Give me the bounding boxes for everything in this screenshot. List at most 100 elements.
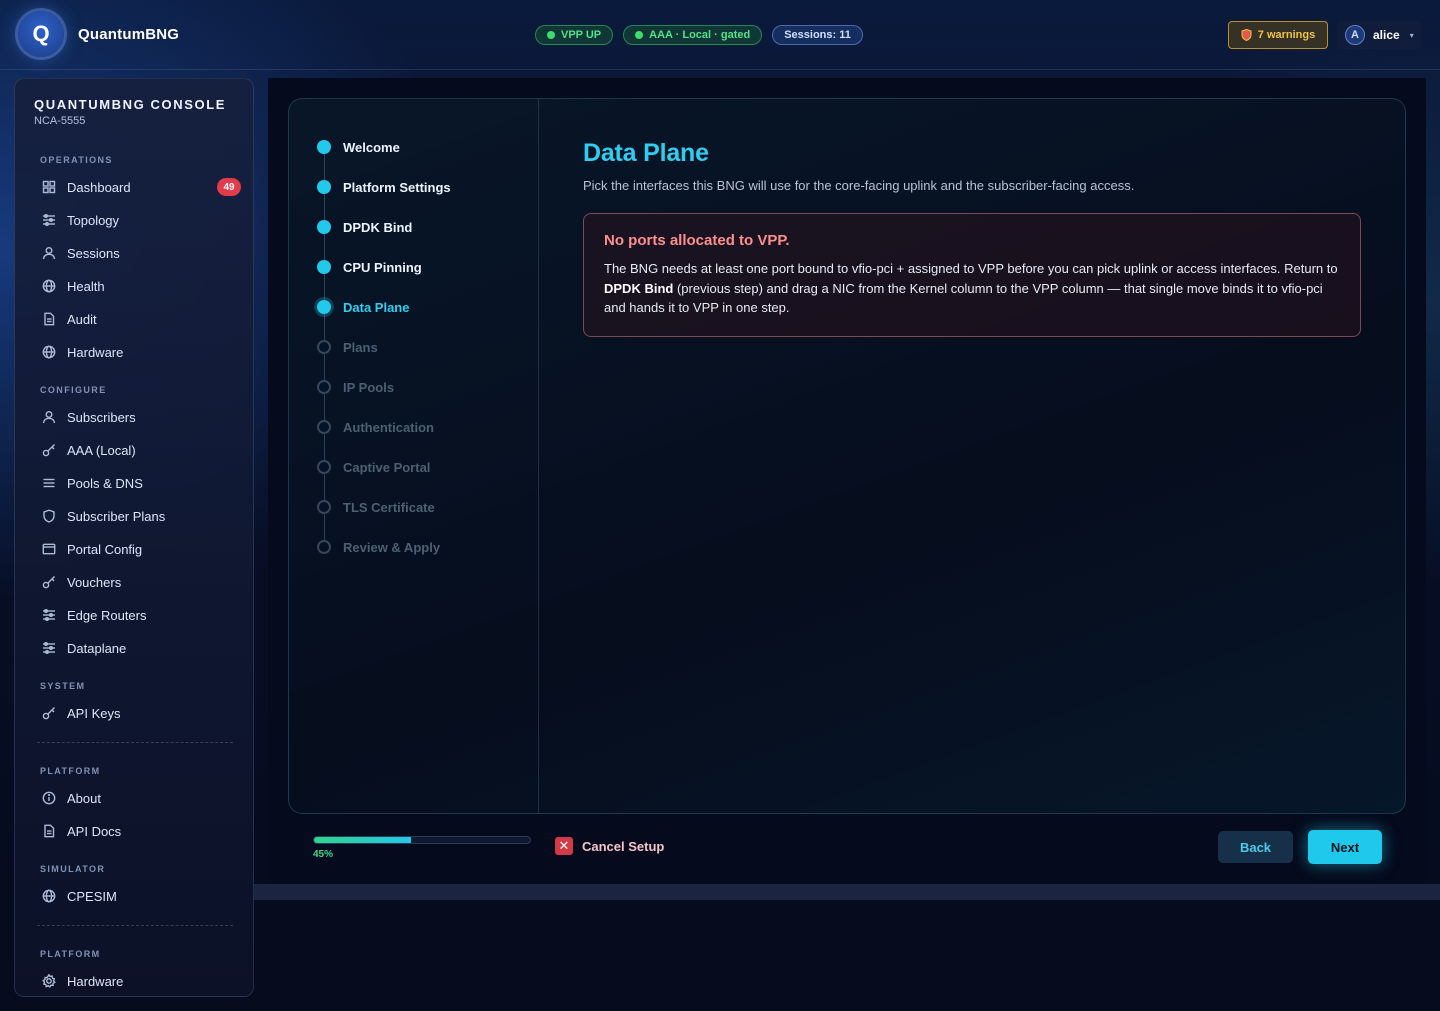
document-icon xyxy=(41,311,57,327)
sidebar-item-cpesim[interactable]: CPESIM xyxy=(35,882,235,910)
sidebar-item-label: Dataplane xyxy=(67,640,127,656)
sidebar-item-label: Audit xyxy=(67,311,97,327)
step-label: IP Pools xyxy=(343,379,395,395)
sidebar-item-dataplane[interactable]: Dataplane xyxy=(35,634,235,662)
user-icon xyxy=(41,409,57,425)
sidebar-item-hardware[interactable]: Hardware xyxy=(35,338,235,366)
wizard-card: Welcome Platform Settings DPDK Bind CPU Pin… xyxy=(288,98,1406,814)
step-indicator-icon xyxy=(317,540,331,554)
avatar: A xyxy=(1345,25,1365,45)
console-subtitle: NCA-5555 xyxy=(34,115,86,127)
sidebar-divider xyxy=(37,742,233,743)
step-label: Welcome xyxy=(343,139,400,155)
step-indicator-icon xyxy=(317,300,331,314)
sidebar-item-label: CPESIM xyxy=(67,888,117,904)
wizard-step-plans: Plans xyxy=(317,337,378,357)
key-icon xyxy=(41,442,57,458)
document-icon xyxy=(41,823,57,839)
sidebar-item-subscriber-plans[interactable]: Subscriber Plans xyxy=(35,502,235,530)
page-subtitle: Pick the interfaces this BNG will use fo… xyxy=(583,178,1135,193)
step-content: Data Plane Pick the interfaces this BNG … xyxy=(583,139,1363,337)
sidebar-item-label: API Docs xyxy=(67,823,122,839)
warnings-button[interactable]: 7 warnings xyxy=(1228,21,1328,49)
sidebar-item-label: Pools & DNS xyxy=(67,475,143,491)
sidebar-divider xyxy=(37,925,233,926)
sidebar-item-api-keys[interactable]: API Keys xyxy=(35,699,235,727)
sidebar-item-dashboard[interactable]: Dashboard 49 xyxy=(35,173,241,201)
globe-icon xyxy=(41,278,57,294)
step-label: Platform Settings xyxy=(343,179,451,195)
back-button[interactable]: Back xyxy=(1218,831,1293,863)
sidebar-item-label: AAA (Local) xyxy=(67,442,136,458)
sidebar-item-label: Hardware xyxy=(67,973,124,989)
info-icon xyxy=(41,790,57,806)
step-label: Authentication xyxy=(343,419,434,435)
step-indicator-icon xyxy=(317,220,331,234)
wizard-step-data-plane[interactable]: Data Plane xyxy=(317,297,409,317)
sidebar-item-label: Sessions xyxy=(67,245,120,261)
cancel-setup-button[interactable]: ✕ Cancel Setup xyxy=(555,837,664,855)
sidebar-item-about[interactable]: About xyxy=(35,784,235,812)
sessions-pill[interactable]: Sessions: 11 xyxy=(772,25,863,45)
sidebar-item-sessions[interactable]: Sessions xyxy=(35,239,235,267)
sidebar-section-label: PLATFORM xyxy=(40,949,101,959)
vpp-status-pill[interactable]: VPP UP xyxy=(535,25,614,45)
wizard-step-review-apply: Review & Apply xyxy=(317,537,440,557)
gear-icon xyxy=(41,973,57,989)
list-icon xyxy=(41,475,57,491)
alert-step-link: DPDK Bind xyxy=(604,280,674,296)
step-indicator-icon xyxy=(317,500,331,514)
sidebar-item-hardware[interactable]: Hardware xyxy=(35,967,235,995)
step-label: Captive Portal xyxy=(343,459,431,475)
sidebar-item-topology[interactable]: Topology xyxy=(35,206,235,234)
sidebar: QUANTUMBNG CONSOLE NCA-5555 OPERATIONS Da… xyxy=(14,78,254,997)
globe-icon xyxy=(41,344,57,360)
shield-warning-icon xyxy=(1241,29,1252,41)
user-name: alice xyxy=(1373,28,1400,42)
wizard-step-ip-pools: IP Pools xyxy=(317,377,394,397)
wizard-step-welcome[interactable]: Welcome xyxy=(317,137,400,157)
wizard-step-dpdk-bind[interactable]: DPDK Bind xyxy=(317,217,412,237)
sidebar-section-label: SYSTEM xyxy=(40,681,86,691)
sidebar-item-subscribers[interactable]: Subscribers xyxy=(35,403,235,431)
aaa-status-pill[interactable]: AAA · Local · gated xyxy=(623,25,763,45)
progress-bar xyxy=(313,836,531,844)
close-icon: ✕ xyxy=(555,837,573,855)
step-label: Data Plane xyxy=(343,299,410,315)
grid-icon xyxy=(41,179,57,195)
globe-icon xyxy=(41,888,57,904)
sidebar-item-health[interactable]: Health xyxy=(35,272,235,300)
sidebar-item-edge-routers[interactable]: Edge Routers xyxy=(35,601,235,629)
logo[interactable]: Q xyxy=(18,11,64,57)
step-label: Plans xyxy=(343,339,378,355)
step-label: CPU Pinning xyxy=(343,259,422,275)
step-label: Review & Apply xyxy=(343,539,441,555)
window-icon xyxy=(41,541,57,557)
sliders-icon xyxy=(41,607,57,623)
sidebar-item-portal-config[interactable]: Portal Config xyxy=(35,535,235,563)
key-icon xyxy=(41,574,57,590)
sidebar-item-api-docs[interactable]: API Docs xyxy=(35,817,235,845)
sidebar-item-audit[interactable]: Audit xyxy=(35,305,235,333)
footer-strip xyxy=(254,884,1440,900)
wizard-step-authentication: Authentication xyxy=(317,417,434,437)
step-indicator-icon xyxy=(317,460,331,474)
sidebar-item-label: Subscriber Plans xyxy=(67,508,166,524)
wizard-step-captive-portal: Captive Portal xyxy=(317,457,430,477)
sidebar-item-label: Dashboard xyxy=(67,179,131,195)
status-dot-icon xyxy=(547,31,555,39)
wizard-step-tls-certificate: TLS Certificate xyxy=(317,497,435,517)
wizard-step-platform-settings[interactable]: Platform Settings xyxy=(317,177,451,197)
progress-label: 45% xyxy=(313,849,334,860)
user-menu[interactable]: A alice ▾ xyxy=(1337,21,1421,49)
alert-title: No ports allocated to VPP. xyxy=(604,232,790,249)
status-dot-icon xyxy=(635,31,644,39)
sidebar-item-pools-dns[interactable]: Pools & DNS xyxy=(35,469,235,497)
sidebar-item-vouchers[interactable]: Vouchers xyxy=(35,568,235,596)
sidebar-item-label: Hardware xyxy=(67,344,124,360)
next-button[interactable]: Next xyxy=(1308,830,1382,864)
top-bar: Q QuantumBNG VPP UP AAA · Local · gated … xyxy=(0,0,1440,70)
wizard-step-cpu-pinning[interactable]: CPU Pinning xyxy=(317,257,422,277)
sidebar-item-aaa-local[interactable]: AAA (Local) xyxy=(35,436,235,464)
step-indicator-icon xyxy=(317,140,331,154)
